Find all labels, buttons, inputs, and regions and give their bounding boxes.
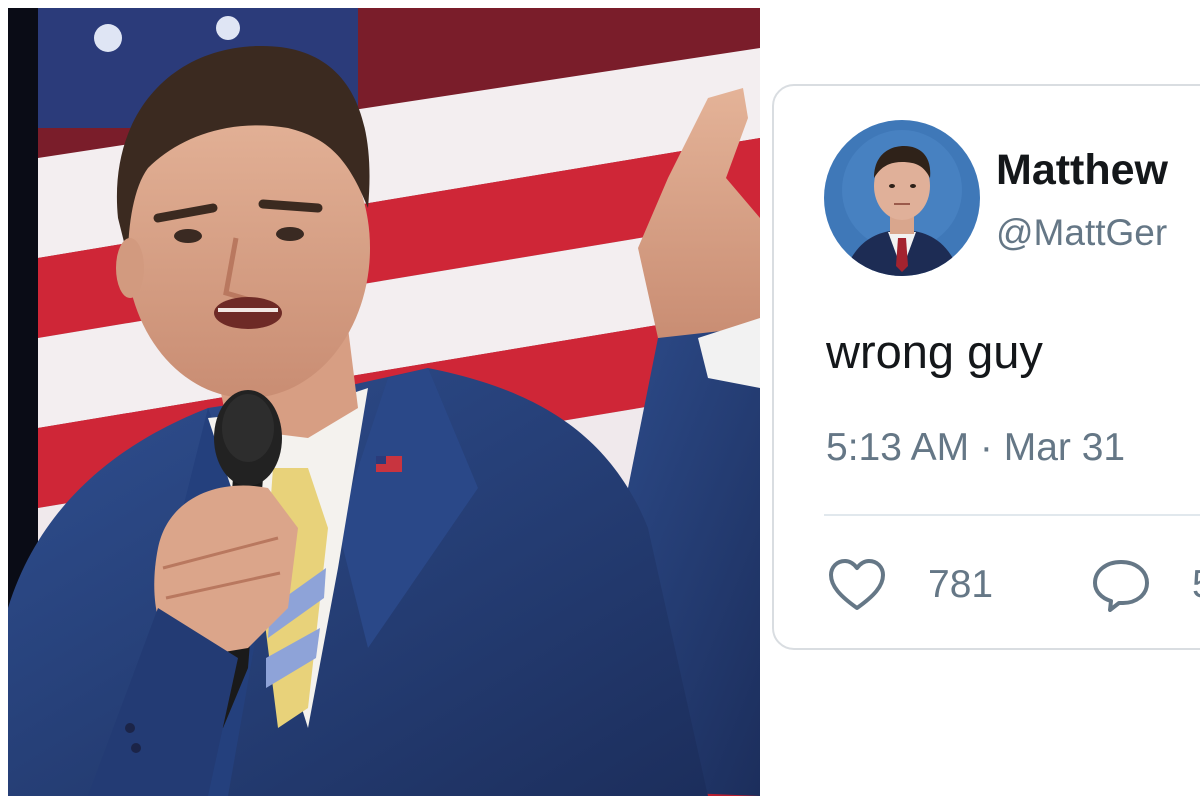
avatar-image <box>824 120 980 276</box>
speech-bubble-icon <box>1092 558 1150 612</box>
tweet-timestamp[interactable]: 5:13 AM · Mar 31 <box>826 426 1125 470</box>
tweet-card: Matthew @MattGer wrong guy 5:13 AM · Mar… <box>772 84 1200 650</box>
divider <box>824 514 1200 516</box>
like-button[interactable]: 781 <box>828 558 993 612</box>
tweet-text: wrong guy <box>826 325 1043 378</box>
speaker-photo <box>8 8 760 796</box>
like-count: 781 <box>928 563 994 606</box>
user-handle[interactable]: @MattGer <box>996 212 1167 254</box>
speaker-photo-illustration <box>8 8 760 796</box>
display-name[interactable]: Matthew <box>996 146 1168 195</box>
reply-count: 5 <box>1192 563 1200 607</box>
reply-button[interactable]: 5 <box>1092 558 1200 612</box>
heart-icon <box>828 558 886 612</box>
avatar[interactable] <box>824 120 980 276</box>
